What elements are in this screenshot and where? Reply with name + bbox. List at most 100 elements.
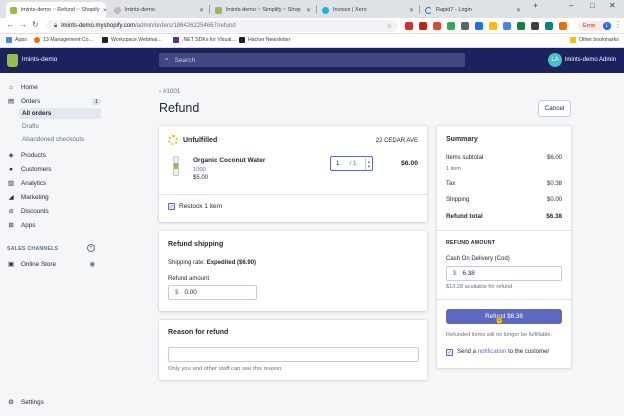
search-input[interactable]: ⌕ Search xyxy=(159,53,465,67)
extension-icon[interactable] xyxy=(405,22,413,30)
close-tab-icon[interactable]: ✕ xyxy=(196,7,204,14)
shopify-logo-icon[interactable] xyxy=(7,54,18,67)
shipping-refund-value: 0.00 xyxy=(184,289,197,296)
sidebar-item-abandoned[interactable]: Abandoned checkouts xyxy=(22,134,84,145)
minimize-icon[interactable]: – xyxy=(569,1,573,10)
refund-amount-input[interactable]: $ 6.38 xyxy=(446,266,562,281)
sidebar-item-marketing[interactable]: ◢ Marketing xyxy=(7,192,101,203)
other-bookmarks[interactable]: Other bookmarks xyxy=(570,37,619,43)
sidebar-item-analytics[interactable]: ▥ Analytics xyxy=(7,178,101,189)
browser-tab-lmints[interactable]: lmints-demo ✕ xyxy=(110,2,208,18)
bookmarks-bar: Apps 13 Management Co... Workspace Webma… xyxy=(0,34,624,48)
divider xyxy=(437,299,571,300)
bookmark-hacker-newsletter[interactable]: Hacker Newsletter xyxy=(239,37,290,43)
restock-checkbox[interactable]: ✓ xyxy=(168,203,175,210)
reason-input[interactable] xyxy=(168,347,419,362)
browser-tab-rapid7[interactable]: Rapid7 - Login ✕ xyxy=(421,2,525,18)
bookmark-dotnet[interactable]: .NET SDKs for Visual... xyxy=(173,37,236,43)
tax-value: $0.38 xyxy=(546,181,562,187)
bookmark-management[interactable]: 13 Management Co... xyxy=(34,37,93,43)
forward-arrow-icon[interactable]: → xyxy=(19,20,27,29)
sidebar-item-all-orders[interactable]: All orders xyxy=(19,108,101,119)
quantity-stepper[interactable]: 1 / 1 ▲ ▼ xyxy=(330,156,373,171)
stepper-arrows-icon[interactable]: ▲ ▼ xyxy=(365,157,372,170)
notify-customer-checkbox[interactable]: ✓ xyxy=(446,349,453,356)
close-tab-icon[interactable]: ✕ xyxy=(513,7,521,14)
summary-card: Summary Items subtotal $6.00 1 item Tax … xyxy=(437,126,571,368)
extension-icon[interactable] xyxy=(531,22,539,30)
sidebar-item-products[interactable]: ◈ Products xyxy=(7,150,101,161)
extension-icon[interactable] xyxy=(447,22,455,30)
browser-tab-refund[interactable]: lmints-demo ~ Refund ~ Shopify ✕ xyxy=(6,2,106,18)
maximize-icon[interactable]: □ xyxy=(590,1,595,10)
extension-icon[interactable] xyxy=(475,22,483,30)
url-host: lmints-demo.myshopify.com xyxy=(61,23,136,29)
sidebar-item-orders[interactable]: ▤ Orders 1 xyxy=(7,96,101,107)
bookmark-label: Workspace Webmai... xyxy=(111,37,162,43)
extension-icon[interactable] xyxy=(489,22,497,30)
product-name[interactable]: Organic Coconut Water xyxy=(193,157,265,164)
notify-suffix: to the customer xyxy=(508,349,550,355)
browser-tab-bar: lmints-demo ~ Refund ~ Shopify ✕ lmints-… xyxy=(0,0,624,18)
quantity-max: / 1 xyxy=(349,160,357,167)
refund-total-value: $6.38 xyxy=(546,213,562,220)
bookmark-favicon-icon xyxy=(239,37,245,43)
extension-icon[interactable] xyxy=(419,22,427,30)
close-tab-icon[interactable]: ✕ xyxy=(100,7,106,14)
shipping-refund-input[interactable]: $ 0.00 xyxy=(168,285,257,300)
reason-card: Reason for refund Only you and other sta… xyxy=(159,320,427,380)
person-icon: ● xyxy=(9,166,13,173)
bookmark-favicon-icon xyxy=(102,37,108,43)
menu-dots-icon[interactable]: ⋮ xyxy=(614,20,622,29)
currency-prefix: $ xyxy=(175,289,179,296)
new-tab-button[interactable]: + xyxy=(533,1,538,10)
star-icon[interactable]: ☆ xyxy=(387,23,392,30)
cancel-button[interactable]: Cancel xyxy=(538,100,571,117)
sidebar-item-home[interactable]: ⌂ Home xyxy=(7,82,101,93)
extension-icon[interactable] xyxy=(559,22,567,30)
bookmark-favicon-icon xyxy=(173,37,179,43)
profile-error-button[interactable]: Error L xyxy=(578,21,612,31)
browser-tab-simplify[interactable]: lmints-demo ~ Simplify ~ Shop ✕ xyxy=(211,2,315,18)
bookmark-apps[interactable]: Apps xyxy=(6,37,27,43)
url-bar[interactable]: 🔒︎ lmints-demo.myshopify.com/admin/order… xyxy=(46,20,398,32)
sidebar-item-settings[interactable]: ⚙ Settings xyxy=(7,397,101,408)
browser-tab-xero[interactable]: Invoice | Xero ✕ xyxy=(318,2,418,18)
sidebar-item-apps[interactable]: ⊞ Apps xyxy=(7,220,101,231)
tab-title: lmints-demo ~ Refund ~ Shopify xyxy=(21,7,100,13)
sidebar-item-discounts[interactable]: ⊘ Discounts xyxy=(7,206,101,217)
extension-icon[interactable] xyxy=(503,22,511,30)
bookmark-workspace[interactable]: Workspace Webmai... xyxy=(102,37,162,43)
store-name[interactable]: lmints-demo xyxy=(22,56,57,63)
sidebar-item-customers[interactable]: ● Customers xyxy=(7,164,101,175)
sidebar-item-label: Orders xyxy=(21,98,41,105)
close-tab-icon[interactable]: ✕ xyxy=(303,7,311,14)
page-title: Refund xyxy=(159,101,200,115)
close-window-icon[interactable]: ✕ xyxy=(609,1,616,10)
notification-link[interactable]: notification xyxy=(478,349,507,355)
breadcrumb[interactable]: ‹ #1001 xyxy=(159,88,180,95)
apps-grid-icon xyxy=(6,37,12,43)
sidebar-item-online-store[interactable]: ▣ Online Store ◉ xyxy=(7,259,101,270)
add-channel-icon[interactable]: + xyxy=(87,244,95,252)
reload-icon[interactable]: ↻ xyxy=(32,20,39,29)
admin-top-bar: lmints-demo ⌕ Search LA lmints-demo Admi… xyxy=(0,48,624,73)
tab-title: Invoice | Xero xyxy=(333,7,367,13)
sidebar-item-label: Drafts xyxy=(22,123,39,130)
extension-icon[interactable] xyxy=(545,22,553,30)
refund-shipping-heading: Refund shipping xyxy=(168,241,224,248)
sidebar-item-drafts[interactable]: Drafts xyxy=(22,121,39,132)
extension-icon[interactable] xyxy=(433,22,441,30)
back-arrow-icon[interactable]: ← xyxy=(6,20,14,29)
quantity-value[interactable]: 1 xyxy=(336,160,340,167)
eye-icon[interactable]: ◉ xyxy=(90,261,96,268)
refund-note: Refunded items will no longer be fulfill… xyxy=(446,332,553,338)
close-tab-icon[interactable]: ✕ xyxy=(406,7,414,14)
error-label: Error xyxy=(583,23,596,29)
extension-icon[interactable] xyxy=(517,22,525,30)
user-name[interactable]: lmints-demo Admin xyxy=(565,57,616,63)
loading-favicon-icon xyxy=(425,6,432,14)
extension-icon[interactable] xyxy=(461,22,469,30)
search-icon: ⌕ xyxy=(165,56,169,63)
avatar[interactable]: LA xyxy=(548,53,562,67)
